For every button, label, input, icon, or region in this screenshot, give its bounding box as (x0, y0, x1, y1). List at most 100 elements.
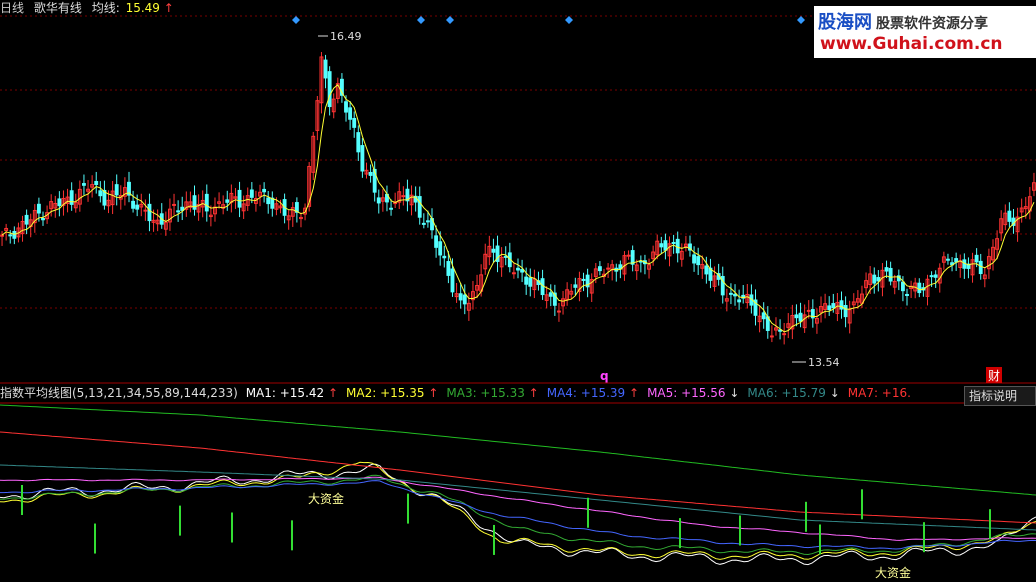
candle-body (933, 274, 938, 278)
ma5-line (0, 476, 1036, 541)
candle-body (323, 59, 328, 79)
candle-body (511, 272, 516, 275)
candle-body (737, 299, 742, 303)
big-fund-label: 大资金 (308, 491, 344, 506)
candle-body (888, 267, 893, 282)
candle-body (0, 234, 4, 237)
candle-body (327, 71, 332, 108)
candle-body (462, 294, 467, 305)
candle-body (884, 267, 889, 272)
candle-body (143, 209, 148, 212)
high-label: 16.49 (330, 30, 362, 43)
candle-body (360, 145, 365, 172)
candle-body (36, 203, 41, 214)
candle-body (905, 293, 909, 296)
candle-body (442, 255, 447, 259)
ma-item-arrow-icon: ↓ (829, 386, 840, 400)
cai-marker: 财 (988, 369, 1000, 383)
candle-body (843, 305, 848, 318)
candle-body (872, 274, 877, 284)
candle-body (368, 171, 373, 176)
ma6-line (0, 464, 1036, 531)
candle-body (782, 333, 787, 336)
candle-body (114, 184, 119, 196)
candle-body (352, 117, 357, 128)
candle-body (446, 261, 451, 276)
candle-body (974, 254, 979, 263)
ma-item-5: MA5: +15.56 ↓ (647, 386, 740, 400)
candle-body (1007, 210, 1012, 222)
candle-body (597, 266, 602, 272)
candle-body (225, 199, 230, 203)
candle-body (573, 284, 578, 288)
diamond-marker-3 (565, 16, 573, 24)
candle-body (401, 195, 406, 198)
ma-item-arrow-icon: ↓ (729, 386, 740, 400)
candle-body (12, 230, 17, 239)
ma-item-4: MA4: +15.39 ↑ (546, 386, 640, 400)
candle-body (794, 314, 799, 319)
guhai-logo: 股海网 股票软件资源分享 www.Guhai.com.cn (814, 6, 1036, 58)
stock-chart[interactable]: 16.4913.54q 财大资金大资金 (0, 0, 1036, 582)
candle-body (692, 254, 697, 264)
candle-body (176, 210, 181, 213)
candle-body (458, 293, 463, 301)
indicator-header: 指数平均线图(5,13,21,34,55,89,144,233) MA1: +1… (0, 384, 923, 402)
logo-slogan: 股票软件资源分享 (876, 16, 988, 32)
candle-body (417, 196, 422, 218)
candle-body (929, 275, 934, 278)
ma-line (1, 84, 1035, 333)
q-marker: q (600, 369, 609, 383)
candle-body (557, 310, 561, 313)
candle-body (344, 101, 348, 113)
candle-body (675, 238, 680, 254)
candle-body (876, 277, 881, 282)
ma2-line (0, 461, 1036, 560)
diamond-marker-1 (417, 16, 425, 24)
ma-item-3: MA3: +15.33 ↑ (446, 386, 539, 400)
candle-body (82, 183, 86, 186)
candle-body (172, 203, 176, 206)
candle-body (237, 189, 242, 208)
candle-body (827, 305, 832, 311)
candle-body (24, 214, 29, 225)
candle-body (704, 265, 709, 275)
candle-body (606, 267, 611, 270)
candle-body (630, 250, 635, 265)
logo-brand: 股海网 (818, 12, 872, 33)
ma7-line (0, 431, 1036, 524)
candle-body (262, 188, 267, 193)
ma-items: MA1: +15.42 ↑ MA2: +15.35 ↑ MA3: +15.33 ↑ M… (246, 386, 919, 400)
candle-body (978, 260, 983, 275)
ma-item-arrow-icon: ↑ (528, 386, 539, 400)
ma-item-7: MA7: +16. (847, 386, 911, 400)
candle-body (769, 335, 774, 338)
candle-body (57, 198, 62, 207)
candle-body (733, 293, 737, 297)
indicator-help-button[interactable]: 指标说明 (964, 386, 1036, 406)
big-fund-label: 大资金 (875, 565, 911, 580)
candle-body (917, 282, 922, 294)
candle-body (8, 234, 13, 237)
ma-item-6: MA6: +15.79 ↓ (747, 386, 840, 400)
diamond-marker-4 (797, 16, 805, 24)
low-label: 13.54 (808, 356, 840, 369)
candle-body (348, 107, 353, 120)
candle-body (663, 240, 668, 251)
ma-item-arrow-icon: ↑ (629, 386, 640, 400)
candle-body (356, 132, 361, 153)
candle-body (528, 277, 533, 287)
ma1-line (0, 463, 1036, 566)
indicator-title: 指数平均线图(5,13,21,34,55,89,144,233) (0, 386, 238, 400)
logo-url: www.Guhai.com.cn (820, 34, 1003, 54)
candle-body (98, 190, 103, 197)
candle-body (376, 197, 381, 204)
ma-value: 15.49 (125, 1, 160, 15)
ma-long-line (0, 404, 1036, 496)
candle-body (434, 235, 439, 248)
candle-body (761, 312, 766, 320)
candle-body (798, 312, 803, 322)
candle-body (671, 241, 676, 244)
candle-body (270, 197, 275, 209)
diamond-marker-0 (292, 16, 300, 24)
